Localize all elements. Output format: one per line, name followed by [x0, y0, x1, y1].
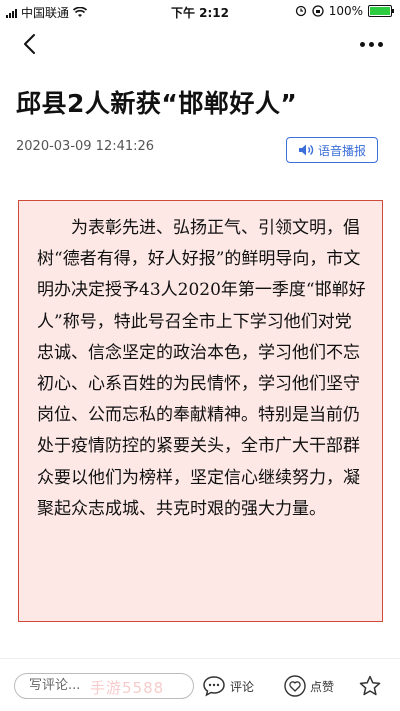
article-body-box: 为表彰先进、弘扬正气、引领文明，倡树“德者有得，好人好报”的鲜明导向，市文明办决…: [18, 200, 383, 622]
heart-icon: [284, 675, 306, 697]
like-label: 点赞: [310, 679, 335, 694]
article-date: 2020-03-09 12:41:26: [16, 139, 155, 154]
nav-bar: [0, 22, 400, 66]
more-dots-icon[interactable]: [356, 34, 386, 54]
comment-input[interactable]: 写评论...: [14, 673, 194, 699]
voice-broadcast-button[interactable]: 语音播报: [286, 137, 378, 163]
status-right: 100%: [295, 4, 394, 18]
article-title: 邱县2人新获“邯郸好人”: [16, 89, 298, 118]
article-body: 为表彰先进、弘扬正气、引领文明，倡树“德者有得，好人好报”的鲜明导向，市文明办决…: [37, 218, 366, 519]
status-bar: 中国联通 下午 2:12 100%: [0, 0, 400, 22]
orientation-lock-icon: [312, 5, 324, 17]
star-icon: [359, 675, 381, 696]
bottom-bar: 写评论... 手游5588 评论 点赞: [0, 658, 400, 711]
like-button[interactable]: 点赞: [284, 671, 334, 701]
comment-button[interactable]: 评论: [202, 671, 254, 701]
comment-label: 评论: [230, 679, 255, 694]
voice-broadcast-label: 语音播报: [317, 143, 366, 158]
favorite-button[interactable]: [358, 671, 382, 701]
alarm-icon: [295, 5, 306, 17]
battery-icon: [368, 5, 394, 17]
chevron-left-icon[interactable]: [18, 32, 42, 56]
chat-bubble-icon: [203, 676, 225, 697]
battery-percent: 100%: [328, 4, 363, 18]
speaker-icon: [298, 144, 314, 156]
